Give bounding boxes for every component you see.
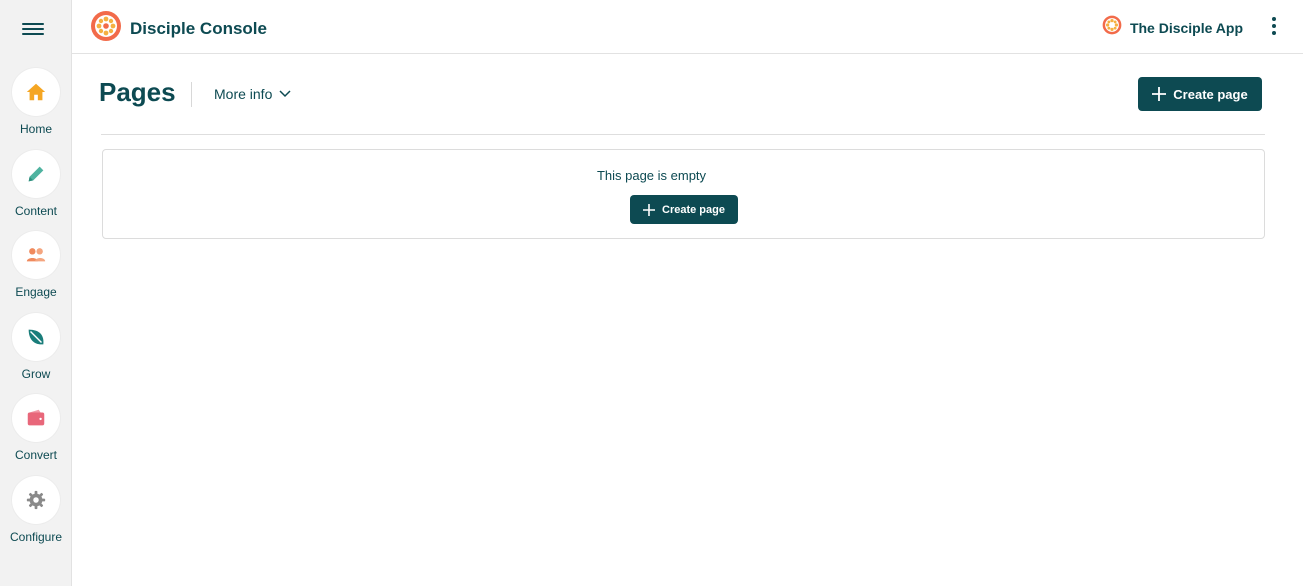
- sidebar-item-label: Content: [14, 204, 58, 218]
- app-switcher[interactable]: The Disciple App: [1102, 15, 1243, 40]
- app-logo-icon: [1102, 15, 1122, 40]
- title-divider: [191, 82, 192, 107]
- sidebar-item-grow[interactable]: Grow: [0, 313, 72, 381]
- wallet-icon: [12, 394, 60, 442]
- sidebar-item-content[interactable]: Content: [0, 150, 72, 218]
- app-name: The Disciple App: [1129, 19, 1243, 36]
- home-icon: [12, 68, 60, 116]
- sidebar: Home Content Engage Grow Convert Configu…: [0, 0, 72, 586]
- gear-icon: [12, 476, 60, 524]
- sidebar-item-label: Engage: [15, 285, 57, 299]
- sidebar-item-label: Convert: [14, 448, 58, 462]
- create-page-button[interactable]: Create page: [1138, 77, 1262, 111]
- plus-icon: [1152, 87, 1167, 101]
- chevron-down-icon: [279, 90, 291, 98]
- brand[interactable]: Disciple Console: [90, 10, 267, 47]
- page-title: Pages: [99, 77, 176, 107]
- create-page-label: Create page: [662, 203, 725, 216]
- create-page-label: Create page: [1173, 86, 1248, 102]
- sidebar-item-home[interactable]: Home: [0, 68, 72, 136]
- top-bar: Disciple Console The Disciple App: [72, 0, 1303, 54]
- empty-state-create-page-button[interactable]: Create page: [630, 195, 738, 224]
- divider: [101, 134, 1265, 135]
- sidebar-item-configure[interactable]: Configure: [0, 476, 72, 544]
- sidebar-item-label: Grow: [21, 367, 51, 381]
- menu-icon[interactable]: [22, 20, 44, 38]
- disciple-logo-icon: [90, 10, 122, 47]
- brand-title: Disciple Console: [130, 18, 267, 38]
- empty-state-text: This page is empty: [596, 168, 707, 183]
- leaf-icon: [12, 313, 60, 361]
- sidebar-item-engage[interactable]: Engage: [0, 231, 72, 299]
- empty-state-card: [102, 149, 1265, 239]
- sidebar-item-label: Home: [19, 122, 52, 136]
- more-info-dropdown[interactable]: More info: [214, 86, 291, 102]
- more-info-label: More info: [214, 86, 273, 102]
- more-options-icon[interactable]: [1271, 17, 1277, 37]
- sidebar-item-convert[interactable]: Convert: [0, 394, 72, 462]
- plus-icon: [643, 203, 655, 216]
- sidebar-item-label: Configure: [9, 530, 63, 544]
- people-icon: [12, 231, 60, 279]
